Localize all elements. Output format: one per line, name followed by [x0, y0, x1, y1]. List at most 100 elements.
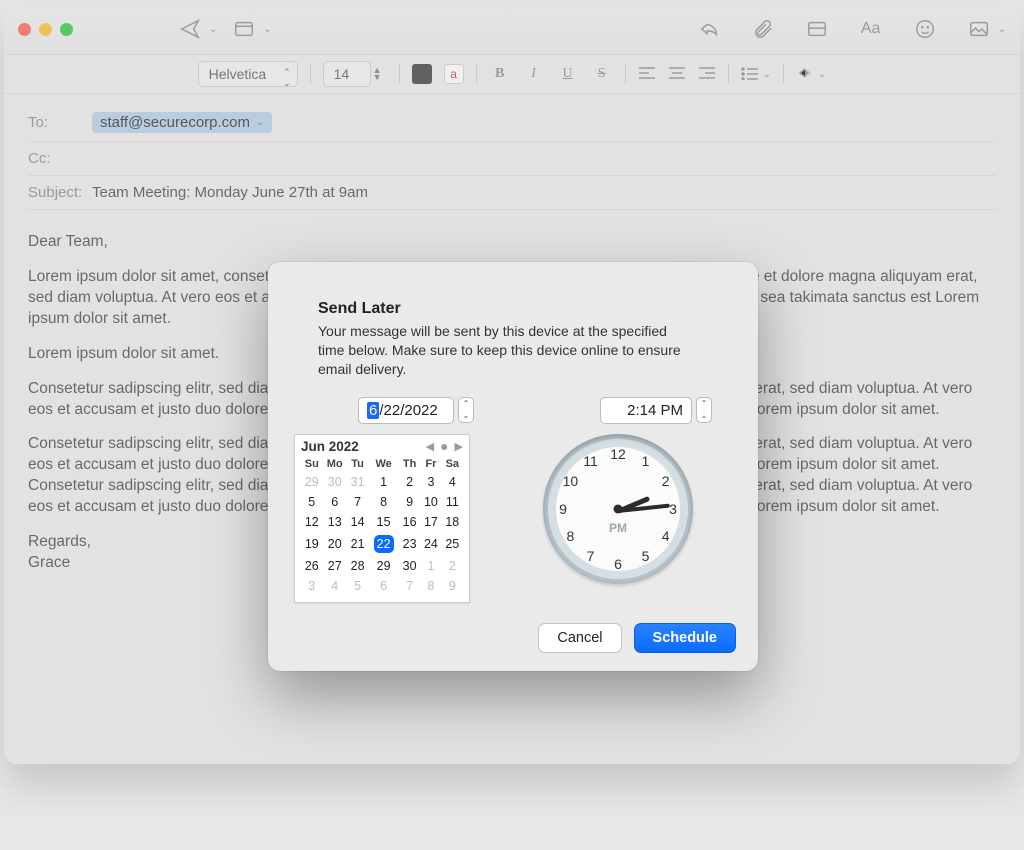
calendar-day[interactable]: 31 [347, 472, 368, 492]
calendar-day[interactable]: 21 [347, 532, 368, 556]
calendar-day[interactable]: 23 [399, 532, 420, 556]
calendar-day[interactable]: 3 [420, 472, 441, 492]
clock[interactable]: PM 123456789101112 [543, 434, 693, 584]
align-right-icon[interactable] [698, 66, 716, 83]
calendar-day[interactable]: 6 [323, 492, 347, 512]
align-center-icon[interactable] [668, 66, 686, 83]
calendar-dow: Mo [323, 456, 347, 472]
calendar-day[interactable]: 12 [301, 512, 323, 532]
calendar[interactable]: Jun 2022 ◀ ● ▶ SuMoTuWeThFrSa 2930311234… [294, 434, 470, 603]
date-input-rest: /22/2022 [379, 402, 437, 419]
send-menu-chevron-icon[interactable]: ⌄ [209, 24, 217, 35]
font-select[interactable]: Helvetica⌃⌄ [198, 61, 298, 87]
calendar-day[interactable]: 9 [442, 576, 463, 596]
calendar-day[interactable]: 28 [347, 556, 368, 576]
font-size-select[interactable]: 14 [323, 61, 371, 87]
send-icon[interactable] [175, 17, 205, 41]
calendar-dow: Th [399, 456, 420, 472]
calendar-day[interactable]: 13 [323, 512, 347, 532]
calendar-day[interactable]: 24 [420, 532, 441, 556]
list-chevron-icon[interactable]: ⌄ [763, 69, 771, 80]
calendar-day[interactable]: 7 [347, 492, 368, 512]
calendar-day[interactable]: 20 [323, 532, 347, 556]
date-stepper[interactable]: ⌃⌄ [458, 397, 474, 423]
message-headers: To: staff@securecorp.com ⌄ Cc: Subject: … [4, 94, 1020, 216]
calendar-day[interactable]: 6 [368, 576, 399, 596]
calendar-day[interactable]: 1 [420, 556, 441, 576]
calendar-day[interactable]: 19 [301, 532, 323, 556]
time-stepper[interactable]: ⌃⌄ [696, 397, 712, 423]
cc-row[interactable]: Cc: [28, 142, 996, 176]
calendar-day[interactable]: 5 [301, 492, 323, 512]
calendar-day[interactable]: 3 [301, 576, 323, 596]
subject-row[interactable]: Subject: Team Meeting: Monday June 27th … [28, 176, 996, 210]
clock-pin-icon [614, 504, 623, 513]
calendar-day[interactable]: 8 [368, 492, 399, 512]
emoji-icon[interactable] [910, 17, 940, 41]
italic-button[interactable]: I [523, 66, 545, 82]
indent-icon[interactable] [796, 66, 814, 83]
list-icon[interactable] [741, 66, 759, 83]
to-row[interactable]: To: staff@securecorp.com ⌄ [28, 104, 996, 142]
zoom-window-icon[interactable] [60, 23, 73, 36]
calendar-day[interactable]: 30 [399, 556, 420, 576]
minimize-window-icon[interactable] [39, 23, 52, 36]
calendar-day[interactable]: 9 [399, 492, 420, 512]
calendar-day[interactable]: 1 [368, 472, 399, 492]
calendar-day[interactable]: 27 [323, 556, 347, 576]
calendar-day[interactable]: 11 [442, 492, 463, 512]
reply-icon[interactable] [694, 17, 724, 41]
calendar-day[interactable]: 15 [368, 512, 399, 532]
calendar-day[interactable]: 14 [347, 512, 368, 532]
calendar-day[interactable]: 26 [301, 556, 323, 576]
calendar-prev-icon[interactable]: ◀ [426, 440, 434, 453]
to-label: To: [28, 114, 92, 131]
header-fields-icon[interactable] [229, 17, 259, 41]
clock-number: 6 [614, 556, 622, 572]
photo-browser-icon[interactable] [964, 17, 994, 41]
strike-button[interactable]: S [591, 66, 613, 82]
recipient-chip[interactable]: staff@securecorp.com ⌄ [92, 112, 272, 133]
calendar-day[interactable]: 29 [301, 472, 323, 492]
photo-browser-chevron-icon[interactable]: ⌄ [998, 24, 1006, 35]
time-input[interactable]: 2:14 PM [600, 397, 692, 424]
calendar-day[interactable]: 30 [323, 472, 347, 492]
clock-number: 3 [669, 501, 677, 517]
subject-value: Team Meeting: Monday June 27th at 9am [92, 184, 368, 201]
link-preview-icon[interactable] [802, 17, 832, 41]
calendar-day[interactable]: 5 [347, 576, 368, 596]
text-color-icon[interactable] [412, 64, 432, 84]
cancel-button[interactable]: Cancel [538, 623, 621, 653]
close-window-icon[interactable] [18, 23, 31, 36]
underline-button[interactable]: U [557, 66, 579, 82]
calendar-day[interactable]: 8 [420, 576, 441, 596]
calendar-day[interactable]: 22 [368, 532, 399, 556]
header-fields-chevron-icon[interactable]: ⌄ [263, 24, 271, 35]
recipient-chevron-icon[interactable]: ⌄ [256, 117, 264, 128]
bold-button[interactable]: B [489, 66, 511, 82]
indent-chevron-icon[interactable]: ⌄ [818, 69, 826, 80]
font-size-stepper[interactable]: ▲▼ [373, 67, 387, 81]
calendar-day[interactable]: 18 [442, 512, 463, 532]
bg-color-icon[interactable]: a [444, 64, 464, 84]
format-text-icon[interactable]: Aa [856, 17, 886, 41]
calendar-day[interactable]: 2 [399, 472, 420, 492]
calendar-day[interactable]: 25 [442, 532, 463, 556]
calendar-day[interactable]: 2 [442, 556, 463, 576]
calendar-day[interactable]: 10 [420, 492, 441, 512]
calendar-day[interactable]: 17 [420, 512, 441, 532]
calendar-day[interactable]: 4 [442, 472, 463, 492]
calendar-next-icon[interactable]: ▶ [455, 440, 463, 453]
clock-number: 7 [587, 548, 595, 564]
calendar-day[interactable]: 7 [399, 576, 420, 596]
calendar-today-icon[interactable]: ● [440, 441, 448, 451]
attach-icon[interactable] [748, 17, 778, 41]
align-left-icon[interactable] [638, 66, 656, 83]
calendar-day[interactable]: 4 [323, 576, 347, 596]
calendar-day[interactable]: 16 [399, 512, 420, 532]
schedule-button[interactable]: Schedule [634, 623, 736, 653]
clock-number: 5 [642, 548, 650, 564]
calendar-day[interactable]: 29 [368, 556, 399, 576]
date-input[interactable]: 6/22/2022 [358, 397, 454, 424]
calendar-dow: Sa [442, 456, 463, 472]
